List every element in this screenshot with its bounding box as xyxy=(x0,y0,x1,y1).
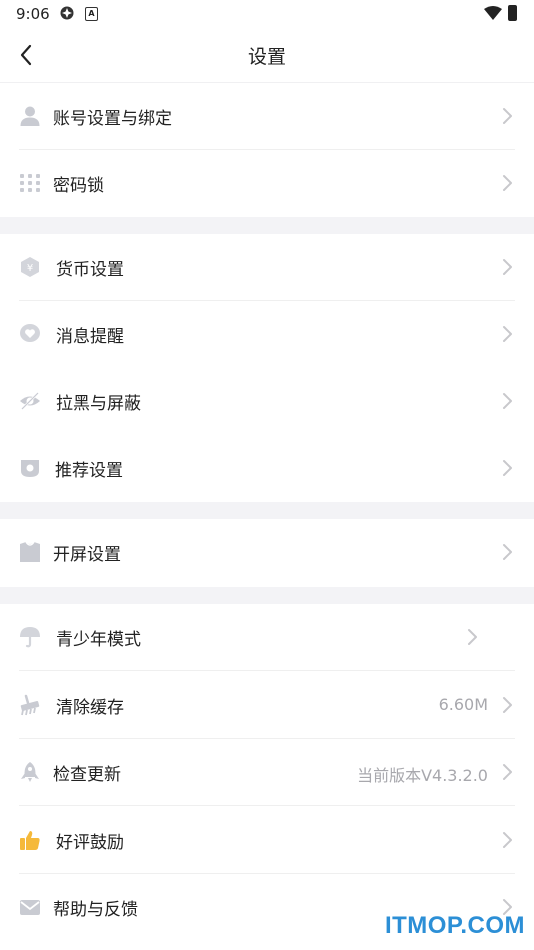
section-gap xyxy=(0,217,534,234)
wifi-icon xyxy=(484,6,502,20)
settings-item-label: 账号设置与绑定 xyxy=(53,109,172,129)
eye-slash-icon xyxy=(20,392,40,410)
status-time: 9:06 xyxy=(16,5,50,23)
svg-text:¥: ¥ xyxy=(27,263,33,274)
chevron-right-icon xyxy=(503,697,512,713)
settings-item-label: 好评鼓励 xyxy=(56,833,124,853)
chevron-right-icon xyxy=(503,832,512,848)
settings-item-password-lock[interactable]: 密码锁 xyxy=(0,150,534,217)
yuan-hexagon-icon: ¥ xyxy=(21,257,39,277)
title-bar: 设置 xyxy=(0,28,534,83)
thumbs-up-icon xyxy=(20,831,40,850)
settings-item-label: 货币设置 xyxy=(56,260,124,280)
keypad-icon xyxy=(20,174,40,192)
broom-icon xyxy=(20,694,40,716)
section-gap xyxy=(0,587,534,604)
chevron-right-icon xyxy=(503,175,512,191)
rocket-icon xyxy=(21,762,39,782)
settings-item-label: 消息提醒 xyxy=(56,327,124,347)
battery-icon xyxy=(508,5,517,21)
settings-item-splash[interactable]: 开屏设置 xyxy=(0,519,534,586)
umbrella-icon xyxy=(20,627,40,648)
watermark: ITMOP.COM xyxy=(384,912,525,939)
settings-item-label: 密码锁 xyxy=(53,176,104,196)
settings-item-teen-mode[interactable]: 青少年模式 xyxy=(0,604,534,671)
settings-item-rate-us[interactable]: 好评鼓励 xyxy=(0,807,534,874)
settings-item-label: 开屏设置 xyxy=(53,545,121,565)
settings-item-block[interactable]: 拉黑与屏蔽 xyxy=(0,368,534,435)
person-icon xyxy=(20,106,40,126)
settings-item-currency[interactable]: ¥ 货币设置 xyxy=(0,234,534,301)
page-title: 设置 xyxy=(247,46,286,68)
row-divider xyxy=(19,805,515,806)
settings-item-label: 推荐设置 xyxy=(55,461,123,481)
chevron-right-icon xyxy=(503,393,512,409)
chevron-right-icon xyxy=(503,544,512,560)
settings-item-clear-cache[interactable]: 清除缓存 6.60M xyxy=(0,672,534,739)
settings-item-account[interactable]: 账号设置与绑定 xyxy=(0,83,534,150)
settings-item-check-update[interactable]: 检查更新 当前版本V4.3.2.0 xyxy=(0,739,534,806)
settings-item-label: 检查更新 xyxy=(53,765,121,785)
cache-size-value: 6.60M xyxy=(438,695,488,714)
shirt-icon xyxy=(20,541,40,562)
row-divider xyxy=(19,670,515,671)
chevron-right-icon xyxy=(503,764,512,780)
settings-item-recommend[interactable]: 推荐设置 xyxy=(0,435,534,502)
camera-box-icon xyxy=(21,460,39,477)
envelope-icon xyxy=(20,900,40,915)
version-value: 当前版本V4.3.2.0 xyxy=(357,766,488,785)
chevron-right-icon xyxy=(468,629,477,645)
chevron-right-icon xyxy=(503,108,512,124)
settings-item-label: 青少年模式 xyxy=(56,630,141,650)
settings-item-notifications[interactable]: 消息提醒 xyxy=(0,301,534,368)
app-notification-icon xyxy=(60,6,74,20)
chevron-right-icon xyxy=(503,326,512,342)
section-gap xyxy=(0,502,534,519)
status-bar: 9:06 A xyxy=(0,0,534,28)
chevron-right-icon xyxy=(503,259,512,275)
settings-item-label: 拉黑与屏蔽 xyxy=(56,394,141,414)
settings-item-label: 清除缓存 xyxy=(56,698,124,718)
settings-item-label: 帮助与反馈 xyxy=(53,900,138,920)
chevron-right-icon xyxy=(503,460,512,476)
heart-bubble-icon xyxy=(20,324,40,342)
accessibility-badge-icon: A xyxy=(85,7,98,21)
